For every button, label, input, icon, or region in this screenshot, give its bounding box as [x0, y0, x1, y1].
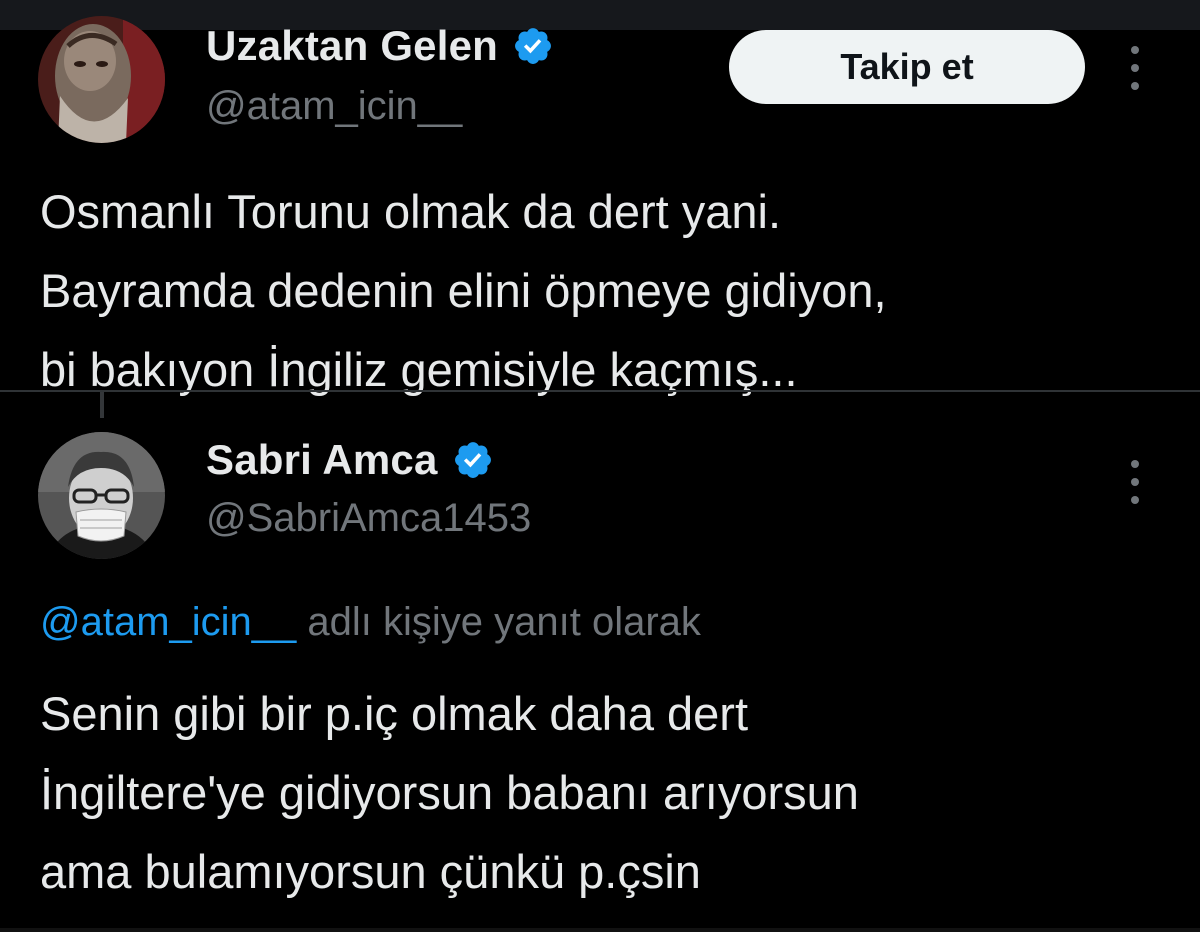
reply-mention-link[interactable]: @atam_icin__: [40, 600, 296, 644]
tweet-reply[interactable]: Sabri Amca @SabriAmca1453 @atam_icin__ a…: [0, 0, 1200, 932]
display-name[interactable]: Sabri Amca: [206, 436, 438, 484]
author-handle[interactable]: @SabriAmca1453: [206, 496, 531, 541]
reply-context: @atam_icin__ adlı kişiye yanıt olarak: [40, 600, 701, 645]
avatar[interactable]: [38, 432, 165, 559]
verified-badge-icon: [452, 439, 494, 481]
author-name-row[interactable]: Sabri Amca: [206, 436, 494, 484]
more-options-icon[interactable]: [1118, 460, 1152, 504]
reply-context-label: adlı kişiye yanıt olarak: [296, 600, 701, 644]
tweet-text: Senin gibi bir p.iç olmak daha dert İngi…: [40, 687, 859, 898]
bottom-divider: [0, 928, 1200, 932]
masked-man-avatar-icon: [38, 432, 165, 559]
